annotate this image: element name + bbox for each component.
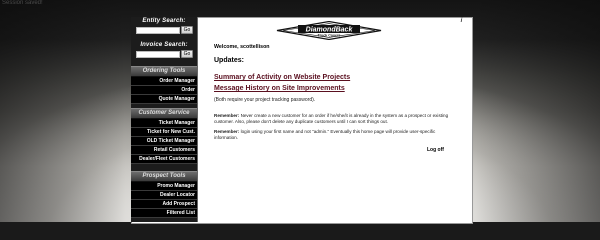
invoice-search: Invoice Search: Go [133,42,195,58]
background-shade-right [475,0,600,222]
sidebar-item-filtered-list[interactable]: Filtered List [131,209,197,218]
section-prospect-tools: Prospect Tools [131,171,197,182]
sidebar-item-promo-manager[interactable]: Promo Manager [131,182,197,191]
status-message: Session saved! [2,0,43,6]
invoice-search-go-button[interactable]: Go [181,50,193,58]
invoice-search-input[interactable] [136,50,180,58]
diamondback-logo[interactable]: DiamondBack Truck Covers [276,21,382,40]
entity-search-label: Entity Search: [142,18,186,24]
sidebar: Entity Search: Go Invoice Search: Go Ord… [131,17,198,222]
welcome-text: Welcome, scottellison [214,44,270,50]
entity-search-go-button[interactable]: Go [181,26,193,34]
sidebar-item-dealer-locator[interactable]: Dealer Locator [131,191,197,200]
sidebar-item-order[interactable]: Order [131,86,197,95]
section-customer-service: Customer Service [131,108,197,119]
sidebar-item-old-ticket-manager[interactable]: OLD Ticket Manager [131,137,197,146]
sidebar-item-ticket-new-cust[interactable]: Ticket for New Cust. [131,128,197,137]
entity-search-input[interactable] [136,26,180,34]
sidebar-item-retail-customers[interactable]: Retail Customers [131,146,197,155]
background-shade-left [0,0,125,222]
remark-1-label: Remember: [214,113,240,118]
sidebar-item-ticket-manager[interactable]: Ticket Manager [131,119,197,128]
message-history-link[interactable]: Message History on Site Improvements [214,85,464,92]
svg-text:Truck Covers: Truck Covers [318,33,341,37]
sidebar-item-add-prospect[interactable]: Add Prospect [131,200,197,209]
info-icon[interactable]: i [458,18,465,25]
password-note: (Both require your project tracking pass… [214,97,316,103]
section-ordering-tools: Ordering Tools [131,66,197,77]
updates-heading: Updates: [214,57,244,64]
invoice-search-label: Invoice Search: [140,42,188,48]
remark-2-text: login using your first name and not "adm… [214,129,436,140]
remark-1-text: Never create a new customer for an order… [214,113,449,124]
summary-activity-link[interactable]: Summary of Activity on Website Projects [214,74,464,81]
sidebar-item-order-manager[interactable]: Order Manager [131,77,197,86]
remark-login: Remember: login using your first name an… [214,129,454,141]
logoff-link[interactable]: Log off [427,147,444,153]
entity-search: Entity Search: Go [133,18,195,34]
sidebar-item-dealer-fleet-customers[interactable]: Dealer/Fleet Customers [131,155,197,164]
sidebar-item-quote-manager[interactable]: Quote Manager [131,95,197,104]
remark-new-customer: Remember: Never create a new customer fo… [214,113,454,125]
remark-2-label: Remember: [214,129,240,134]
